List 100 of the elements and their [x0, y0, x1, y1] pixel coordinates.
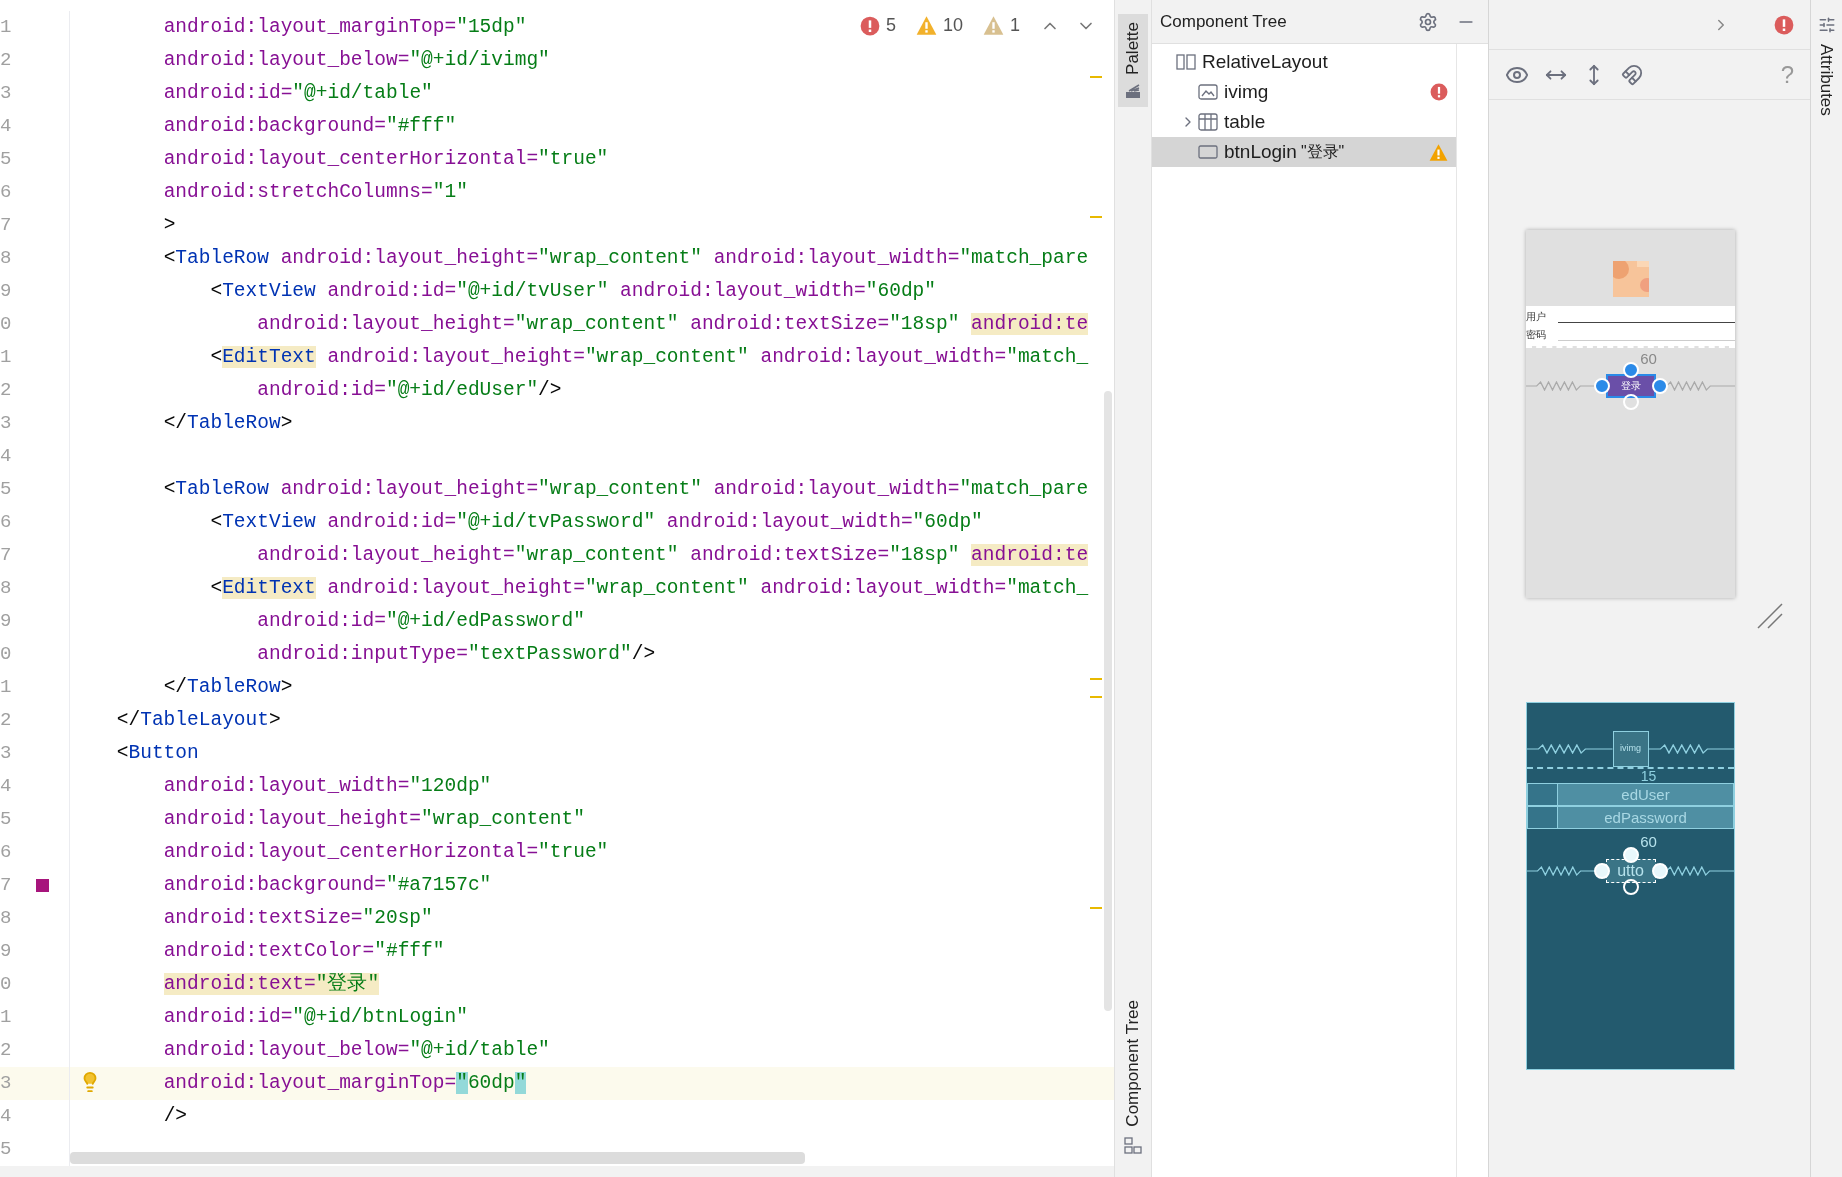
line-number: 3: [0, 744, 13, 763]
margin-label: 60: [1640, 832, 1657, 852]
field-label: 用户: [1526, 312, 1547, 322]
panel-title: Component Tree: [1160, 10, 1288, 33]
constraint-handle[interactable]: [1622, 879, 1639, 895]
vertical-scrollbar[interactable]: [1104, 391, 1112, 1011]
line-number: 3: [0, 1074, 13, 1093]
line-number: 4: [0, 777, 13, 796]
line-number: 3: [0, 84, 13, 103]
warning-icon: [915, 15, 937, 36]
palette-tab[interactable]: Palette: [1118, 14, 1148, 107]
code-line: android:layout_height="wrap_content" android:textSize="18sp" android:te: [256, 312, 1089, 337]
code-line: />: [162, 1104, 188, 1129]
error-count[interactable]: 5: [885, 12, 896, 39]
image-outline: ivimg: [1612, 731, 1649, 767]
field-label: 密码: [1526, 330, 1547, 340]
code-editor[interactable]: [0, 0, 1114, 1177]
tree-item-label: btnLogin: [1224, 139, 1297, 164]
line-number: 6: [0, 843, 13, 862]
blueprint-preview[interactable]: ivimg 15 edUser edPassword 60 utto: [1526, 702, 1735, 1070]
tree-item[interactable]: ivimg: [1152, 77, 1456, 107]
code-line: android:layout_width="120dp": [162, 774, 492, 799]
line-number: 0: [0, 975, 13, 994]
code-line: android:id="@+id/edUser"/>: [256, 378, 562, 403]
field-outline: edPassword: [1558, 807, 1733, 828]
component-tree-tab[interactable]: Component Tree: [1118, 992, 1148, 1163]
tree-item[interactable]: btnLogin "登录": [1152, 137, 1456, 167]
line-number: 9: [0, 282, 13, 301]
error-icon: [1774, 14, 1794, 35]
design-preview[interactable]: 用户 密码 60 登录: [1526, 230, 1735, 598]
margin-label: 15: [1640, 769, 1657, 783]
code-line: android:inputType="textPassword"/>: [256, 642, 656, 667]
login-button[interactable]: 登录: [1605, 374, 1656, 398]
constraint-handle[interactable]: [1593, 863, 1610, 879]
tree-item-label: table: [1224, 109, 1266, 134]
line-number: 5: [0, 480, 13, 499]
constraint-handle[interactable]: [1622, 394, 1639, 410]
line-number: 4: [0, 1107, 13, 1126]
code-line: android:layout_centerHorizontal="true": [162, 840, 609, 865]
line-number: 1: [0, 348, 13, 367]
code-line: android:background="#a7157c": [162, 873, 492, 898]
line-number: 6: [0, 183, 13, 202]
line-number: 9: [0, 942, 13, 961]
settings-icon[interactable]: [1418, 11, 1438, 32]
button-outline[interactable]: utto: [1605, 859, 1656, 883]
warning-count[interactable]: 10: [942, 12, 963, 39]
line-number: 5: [0, 1140, 13, 1159]
line-number: 0: [0, 315, 13, 334]
weak-warning-count[interactable]: 1: [1010, 12, 1020, 39]
tree-item[interactable]: table: [1152, 107, 1456, 137]
line-number: 0: [0, 645, 13, 664]
constraint-handle[interactable]: [1622, 847, 1639, 863]
horizontal-scrollbar[interactable]: [70, 1152, 805, 1164]
code-line: <TableRow android:layout_height="wrap_content" android:layout_width="match_pare: [162, 477, 1089, 502]
code-line: </TableLayout>: [115, 708, 281, 733]
tree-icon: [1124, 1137, 1142, 1155]
image-icon: [1198, 83, 1218, 101]
code-line: android:text="登录": [162, 972, 380, 997]
tree-item-label: RelativeLayout: [1202, 49, 1328, 74]
line-number: 4: [0, 117, 13, 136]
code-line: <TextView android:id="@+id/tvPassword" android:layout_width="60dp": [209, 510, 983, 535]
code-line: android:layout_centerHorizontal="true": [162, 147, 609, 172]
line-number: 9: [0, 612, 13, 631]
line-number: 7: [0, 876, 13, 895]
line-number: 2: [0, 1041, 13, 1060]
line-number: 4: [0, 447, 13, 466]
layout-icon: [1176, 53, 1196, 71]
code-line: android:id="@+id/table": [162, 81, 433, 106]
table-cell-outline: [1528, 784, 1558, 805]
code-line: android:layout_height="wrap_content": [162, 807, 585, 832]
attributes-tab[interactable]: Attributes: [1813, 44, 1840, 116]
code-line: android:textSize="20sp": [162, 906, 433, 931]
code-line: android:layout_marginTop="15dp": [162, 15, 527, 40]
palette-icon: [1125, 82, 1141, 99]
tree-item-text: "登录": [1300, 142, 1345, 162]
table-cell-outline: [1528, 807, 1558, 828]
constraint-handle[interactable]: [1593, 378, 1610, 394]
code-line: >: [162, 213, 176, 238]
line-number: 5: [0, 810, 13, 829]
table-icon: [1198, 113, 1218, 131]
code-line: android:id="@+id/edPassword": [256, 609, 585, 634]
code-line: <Button: [115, 741, 199, 766]
tree-item[interactable]: RelativeLayout: [1152, 47, 1456, 77]
resize-handle-icon[interactable]: [1756, 602, 1784, 630]
color-swatch[interactable]: [36, 879, 49, 892]
code-line: </TableRow>: [162, 411, 293, 436]
code-line: <EditText android:layout_height="wrap_content" android:layout_width="match_: [209, 576, 1089, 601]
field-outline: edUser: [1558, 784, 1733, 805]
code-line: android:background="#fff": [162, 114, 457, 139]
code-line: android:stretchColumns="1": [162, 180, 468, 205]
line-number: 2: [0, 381, 13, 400]
line-number: 1: [0, 18, 13, 37]
magnet-icon[interactable]: [1621, 63, 1643, 86]
tree-item-label: ivimg: [1224, 79, 1269, 104]
constraint-handle[interactable]: [1622, 362, 1639, 378]
code-line: android:layout_below="@+id/ivimg": [162, 48, 550, 73]
weak-warning-icon: [983, 15, 1004, 36]
error-icon: [859, 15, 880, 36]
margin-label: 60: [1640, 348, 1657, 369]
line-number: 1: [0, 1008, 13, 1027]
